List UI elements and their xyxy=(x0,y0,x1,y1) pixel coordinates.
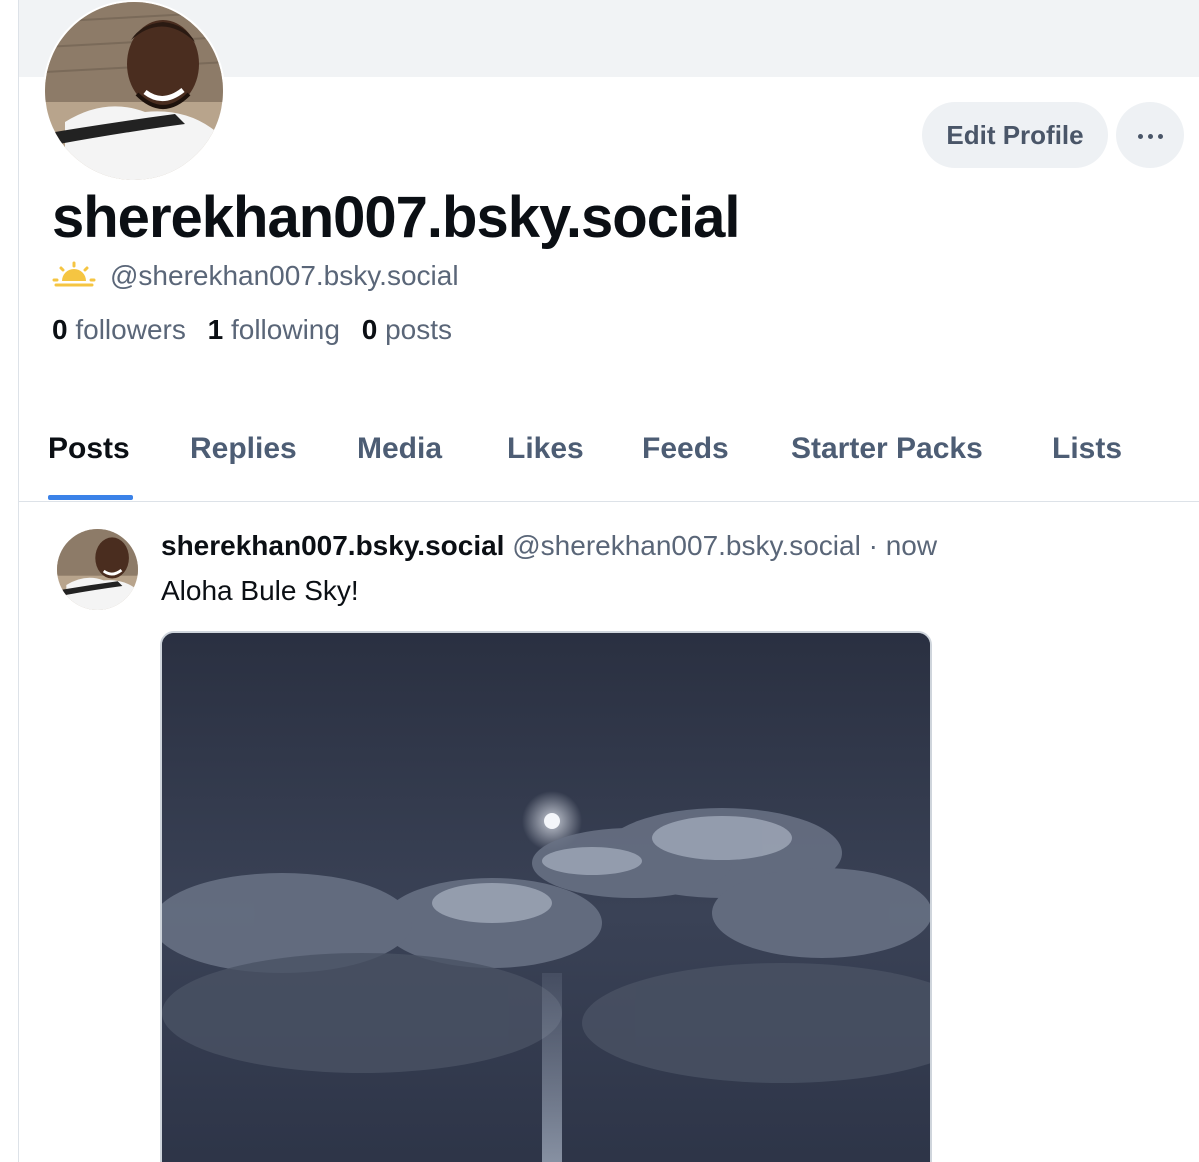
edit-profile-button[interactable]: Edit Profile xyxy=(922,102,1108,168)
tab-posts[interactable]: Posts xyxy=(48,432,130,466)
profile-avatar[interactable] xyxy=(43,0,225,182)
profile-page: Edit Profile sherekhan007.bsky.social @s… xyxy=(0,0,1199,1162)
post-timestamp[interactable]: now xyxy=(886,530,937,561)
tab-likes[interactable]: Likes xyxy=(507,432,584,466)
post-author-avatar[interactable] xyxy=(55,527,140,612)
post-image[interactable] xyxy=(160,631,932,1162)
profile-handle-row: @sherekhan007.bsky.social xyxy=(52,260,459,292)
tab-starter-packs[interactable]: Starter Packs xyxy=(791,432,983,466)
post-text: Aloha Bule Sky! xyxy=(161,575,359,606)
posts-stat: 0 posts xyxy=(361,314,453,345)
ellipsis-icon xyxy=(1135,126,1165,144)
post-separator: · xyxy=(868,530,878,561)
tab-replies[interactable]: Replies xyxy=(190,432,297,466)
profile-stats: 0 followers 1 following 0 posts xyxy=(52,314,466,346)
profile-tabs: Posts Replies Media Likes Feeds Starter … xyxy=(19,420,1199,502)
tab-lists[interactable]: Lists xyxy=(1052,432,1122,466)
active-tab-indicator xyxy=(48,495,133,500)
profile-handle: @sherekhan007.bsky.social xyxy=(110,260,459,291)
post-author-handle[interactable]: @sherekhan007.bsky.social xyxy=(512,530,861,561)
more-options-button[interactable] xyxy=(1116,102,1184,168)
left-divider xyxy=(18,0,19,1162)
post-author-name[interactable]: sherekhan007.bsky.social xyxy=(161,530,504,561)
post-header: sherekhan007.bsky.social @sherekhan007.b… xyxy=(161,530,937,562)
tab-feeds[interactable]: Feeds xyxy=(642,432,729,466)
profile-display-name: sherekhan007.bsky.social xyxy=(52,185,740,250)
following-stat[interactable]: 1 following xyxy=(208,314,340,345)
followers-stat[interactable]: 0 followers xyxy=(52,314,186,345)
sun-weather-icon xyxy=(52,261,96,292)
tab-media[interactable]: Media xyxy=(357,432,442,466)
